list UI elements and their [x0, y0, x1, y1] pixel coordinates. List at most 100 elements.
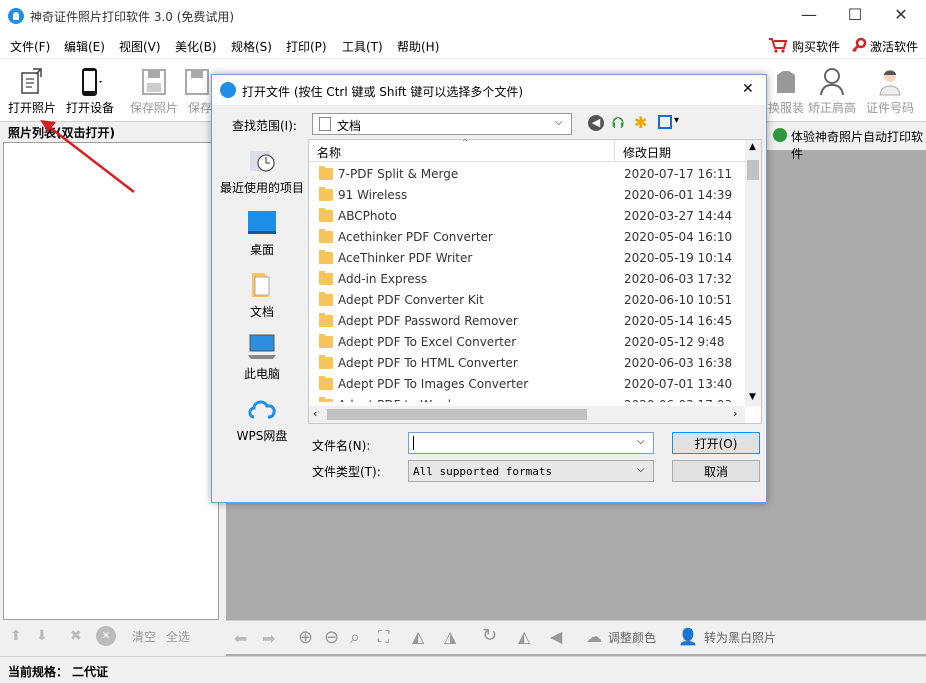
flip-h-icon[interactable]: ◭: [518, 627, 530, 646]
menu-edit[interactable]: 编辑(E): [64, 38, 105, 55]
place-this-pc[interactable]: 此电脑: [216, 331, 308, 391]
folder-icon: [319, 229, 333, 243]
remove-icon[interactable]: ✕: [96, 626, 116, 646]
scroll-up-icon[interactable]: ▲: [749, 142, 756, 152]
prev-icon[interactable]: ⬅: [234, 629, 247, 648]
adjust-color-button[interactable]: 调整颜色: [608, 629, 656, 646]
scroll-down-icon[interactable]: ▼: [749, 392, 756, 402]
clear-button[interactable]: 清空: [132, 628, 156, 645]
zoom-out-icon[interactable]: ⊖: [324, 627, 339, 648]
place-recent[interactable]: 最近使用的项目: [216, 145, 308, 205]
list-item[interactable]: 7-PDF Split & Merge 2020-07-17 16:11: [309, 164, 745, 185]
menu-file[interactable]: 文件(F): [10, 38, 50, 55]
flip-v-icon[interactable]: ◀: [550, 627, 562, 646]
file-date: 2020-05-19 10:14: [624, 251, 733, 265]
menu-spec[interactable]: 规格(S): [231, 38, 272, 55]
file-date: 2020-05-14 16:45: [624, 314, 733, 328]
open-button[interactable]: 打开(O): [672, 432, 760, 454]
left-bottom-toolbar: ⬆ ⬇ ✖ ✕ 清空 全选: [0, 622, 226, 650]
menu-print[interactable]: 打印(P): [286, 38, 327, 55]
maximize-button[interactable]: ☐: [832, 0, 878, 30]
fit-icon[interactable]: ⛶: [378, 627, 389, 647]
filename-input[interactable]: ⌵: [408, 432, 654, 454]
back-icon[interactable]: ◀: [588, 115, 604, 131]
list-item[interactable]: Adept PDF To Excel Converter 2020-05-12 9…: [309, 332, 745, 353]
list-item[interactable]: AceThinker PDF Writer 2020-05-19 10:14: [309, 248, 745, 269]
list-item[interactable]: Adept PDF To Images Converter 2020-07-01 …: [309, 374, 745, 395]
look-in-select[interactable]: 文档 ⌵: [312, 113, 572, 135]
file-list[interactable]: 名称 ⌃ 修改日期 7-PDF Split & Merge 2020-07-17 …: [308, 138, 762, 424]
menu-beautify[interactable]: 美化(B): [175, 38, 217, 55]
buy-software-link[interactable]: 购买软件: [792, 38, 840, 55]
place-this-pc-label: 此电脑: [243, 367, 280, 381]
place-wps-cloud[interactable]: WPS网盘: [216, 393, 308, 453]
list-item[interactable]: Acethinker PDF Converter 2020-05-04 16:10: [309, 227, 745, 248]
list-item[interactable]: Adept PDF Password Remover 2020-05-14 16:…: [309, 311, 745, 332]
menu-view[interactable]: 视图(V): [119, 38, 161, 55]
menu-bar: 文件(F) 编辑(E) 视图(V) 美化(B) 规格(S) 打印(P) 工具(T…: [0, 32, 926, 58]
next-icon[interactable]: ➡: [262, 629, 275, 648]
view-dropdown-icon[interactable]: ▾: [674, 115, 679, 126]
place-desktop[interactable]: 桌面: [216, 207, 308, 267]
user-icon: 👤: [678, 627, 698, 646]
new-folder-icon[interactable]: ✱: [634, 113, 647, 132]
list-item[interactable]: 91 Wireless 2020-06-01 14:39: [309, 185, 745, 206]
filetype-select[interactable]: All supported formats ⌵: [408, 460, 654, 482]
dialog-close-button[interactable]: ✕: [742, 81, 754, 97]
vertical-scrollbar[interactable]: ▲ ▼: [745, 140, 761, 406]
cancel-button[interactable]: 取消: [672, 460, 760, 482]
view-menu-icon[interactable]: [658, 115, 672, 129]
file-name: Adept PDF To HTML Converter: [338, 356, 518, 370]
file-name: Adept PDF to Word: [338, 398, 451, 402]
close-button[interactable]: ✕: [878, 0, 924, 30]
rotate-right-icon[interactable]: ◮: [444, 627, 456, 646]
filename-chevron-icon[interactable]: ⌵: [637, 436, 645, 447]
file-date: 2020-03-27 14:44: [624, 209, 733, 223]
refresh-icon[interactable]: ↻: [482, 625, 497, 646]
photo-list[interactable]: [3, 142, 219, 620]
horizontal-scroll-thumb[interactable]: [327, 409, 587, 420]
scroll-right-icon[interactable]: ›: [733, 407, 737, 420]
col-date-header[interactable]: 修改日期: [623, 144, 671, 161]
sort-up-icon: ⌃: [461, 138, 470, 149]
rotate-left-icon[interactable]: ◭: [412, 627, 424, 646]
select-all-button[interactable]: 全选: [166, 628, 190, 645]
list-item[interactable]: Adept PDF to Word 2020-06-03 17:03: [309, 395, 745, 402]
place-documents[interactable]: 文档: [216, 269, 308, 329]
id-number-button[interactable]: 证件号码: [860, 63, 920, 119]
clothes-icon: [777, 71, 795, 93]
activate-software-link[interactable]: 激活软件: [870, 38, 918, 55]
file-date: 2020-06-10 10:51: [624, 293, 733, 307]
menu-tools[interactable]: 工具(T): [342, 38, 383, 55]
zoom-icon[interactable]: ⌕: [350, 627, 360, 648]
file-date: 2020-07-01 13:40: [624, 377, 733, 391]
auto-print-link[interactable]: 体验神奇照片自动打印软件: [791, 128, 926, 162]
vertical-scroll-thumb[interactable]: [747, 160, 759, 180]
list-item[interactable]: ABCPhoto 2020-03-27 14:44: [309, 206, 745, 227]
folder-icon: [319, 313, 333, 327]
correct-shoulder-button[interactable]: 矫正肩高: [802, 63, 862, 119]
list-item[interactable]: Adept PDF Converter Kit 2020-06-10 10:51: [309, 290, 745, 311]
scroll-left-icon[interactable]: ‹: [313, 407, 317, 420]
up-folder-icon[interactable]: ⮉: [612, 113, 624, 133]
horizontal-scrollbar[interactable]: ‹ ›: [309, 406, 745, 423]
folder-icon: [319, 334, 333, 348]
spec-value[interactable]: 二代证: [72, 663, 108, 680]
zoom-in-icon[interactable]: ⊕: [298, 627, 313, 648]
bottom-toolbar: ⬅ ➡ ⊕ ⊖ ⌕ ⛶ ◭ ◮ ↻ ◭ ◀ ☁ 调整颜色 👤 转为黑白照片: [226, 620, 926, 654]
list-item[interactable]: Adept PDF To HTML Converter 2020-06-03 16…: [309, 353, 745, 374]
minimize-button[interactable]: —: [786, 0, 832, 30]
col-name-header[interactable]: 名称: [317, 144, 341, 161]
recent-icon: [250, 151, 275, 172]
move-down-icon[interactable]: ⬇: [36, 628, 48, 644]
place-desktop-label: 桌面: [249, 243, 274, 257]
annotation-arrow: [40, 120, 135, 193]
list-item[interactable]: Add-in Express 2020-06-03 17:32: [309, 269, 745, 290]
save-as-button[interactable]: 保存: [182, 63, 212, 119]
menu-help[interactable]: 帮助(H): [397, 38, 439, 55]
delete-icon[interactable]: ✖: [70, 628, 82, 644]
to-bw-button[interactable]: 转为黑白照片: [704, 629, 776, 646]
move-up-icon[interactable]: ⬆: [10, 628, 22, 644]
open-photo-icon: [21, 68, 42, 94]
file-name: ABCPhoto: [338, 209, 397, 223]
